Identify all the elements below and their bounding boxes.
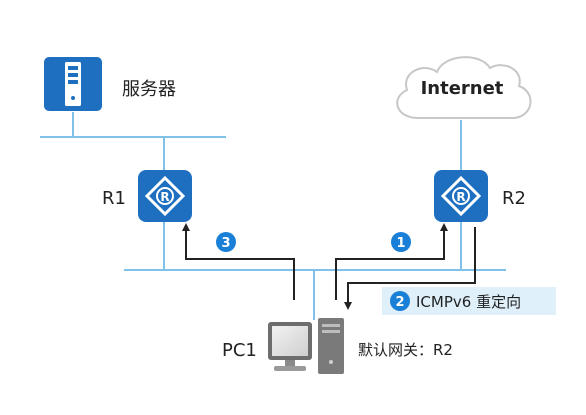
- router-r2-icon: R: [434, 170, 488, 222]
- redirect-label: ICMPv6 重定向: [416, 293, 521, 311]
- router-r1-label: R1: [102, 188, 126, 209]
- svg-text:R: R: [160, 190, 169, 204]
- step3-badge: 3: [216, 232, 236, 252]
- svg-text:1: 1: [396, 236, 405, 251]
- step3-arrow: [182, 223, 295, 300]
- step1-badge: 1: [391, 232, 411, 252]
- svg-text:2: 2: [395, 295, 404, 310]
- network-diagram: 服务器 Internet R R1 R R2 1 3 2 ICMPv6 重定向 …: [40, 56, 556, 374]
- pc1-label: PC1: [222, 340, 257, 361]
- step2-badge: 2: [390, 291, 410, 311]
- redirect-callout: 2 ICMPv6 重定向: [382, 287, 556, 315]
- router-r1-icon: R: [138, 170, 192, 222]
- router-r2-label: R2: [502, 188, 526, 209]
- svg-text:3: 3: [221, 236, 230, 251]
- server-icon: [44, 57, 102, 111]
- server-label: 服务器: [122, 79, 176, 100]
- pc-icon: [268, 318, 344, 374]
- svg-text:R: R: [456, 190, 465, 204]
- internet-label: Internet: [421, 78, 504, 99]
- pc1-gateway-label: 默认网关：R2: [358, 341, 453, 359]
